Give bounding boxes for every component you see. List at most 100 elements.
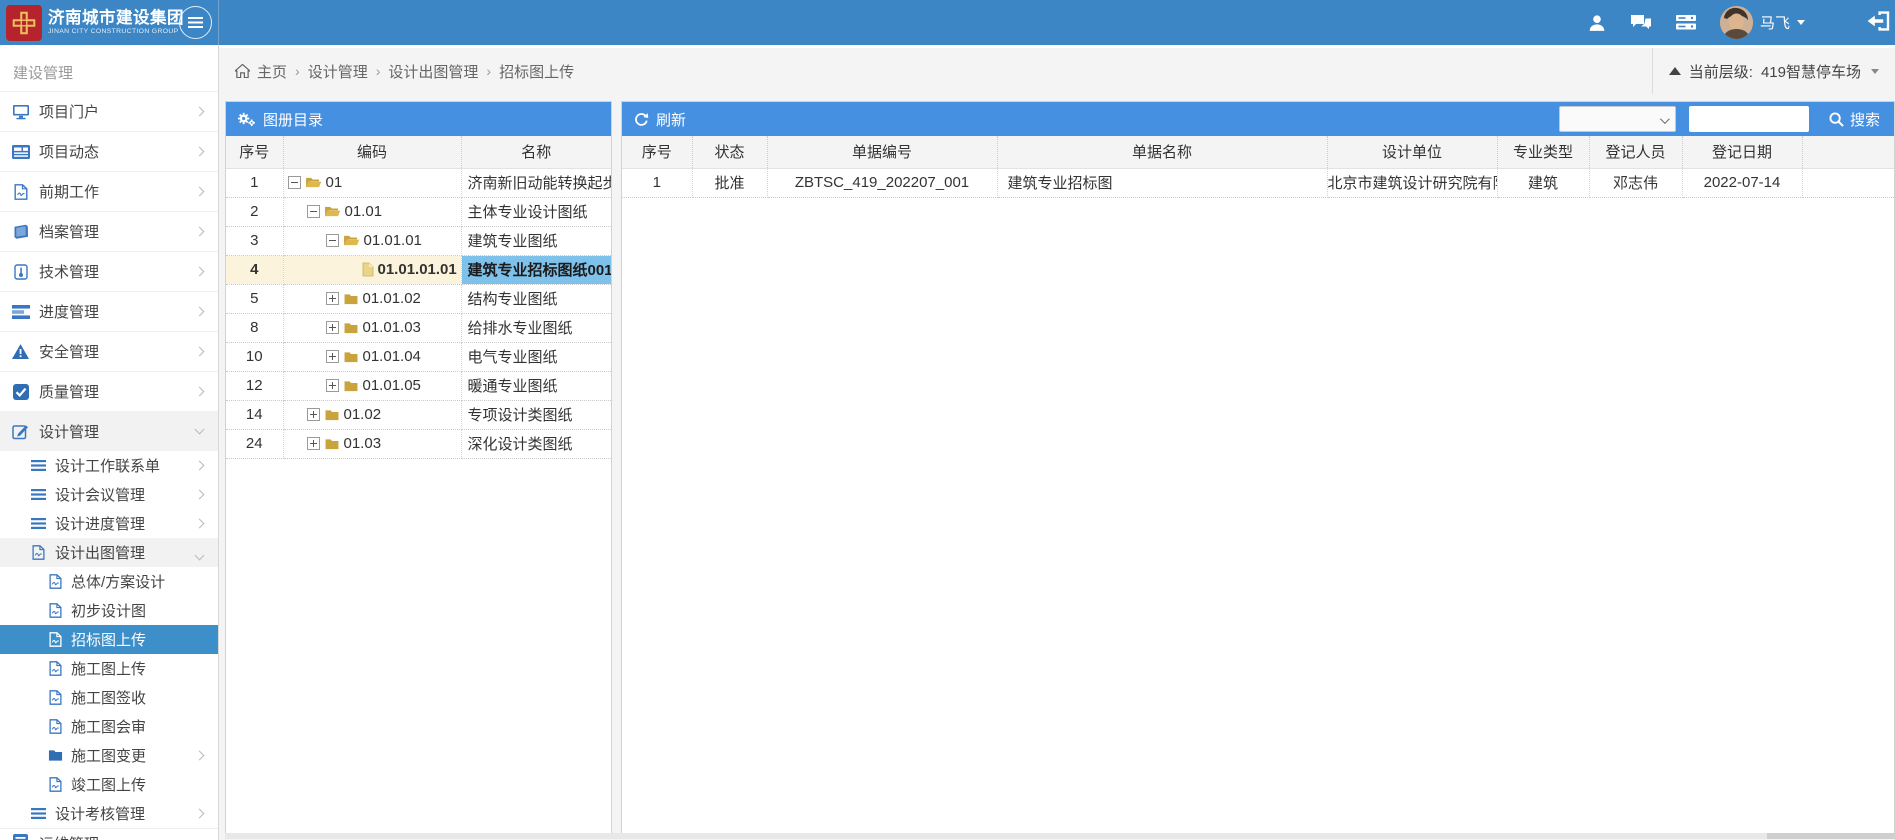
sidebar-item-label: 项目动态: [39, 141, 99, 162]
logout-icon: [1865, 9, 1895, 33]
tree-row[interactable]: 24 01.03 深化设计类图纸: [226, 429, 611, 458]
sidebar-item-label: 设计进度管理: [55, 513, 145, 534]
folder-open-icon: [305, 176, 322, 189]
book-icon: [11, 224, 30, 240]
pdf-file-icon: [46, 574, 65, 589]
breadcrumb-current-page[interactable]: 招标图上传: [499, 61, 574, 82]
avatar[interactable]: [1720, 6, 1753, 39]
expand-toggle[interactable]: [326, 350, 339, 363]
sidebar-item-label: 设计工作联系单: [55, 455, 160, 476]
user-button[interactable]: [1588, 14, 1606, 32]
topbar-actions: 马飞: [1588, 6, 1895, 39]
sidebar-item-safety-mgmt[interactable]: 安全管理: [0, 331, 218, 371]
search-button[interactable]: 搜索: [1829, 109, 1880, 130]
expand-toggle[interactable]: [326, 379, 339, 392]
sidebar-item-label: 竣工图上传: [71, 774, 146, 795]
sidebar-item-quality-mgmt[interactable]: 质量管理: [0, 371, 218, 411]
chevron-right-icon: [195, 227, 205, 237]
refresh-label: 刷新: [656, 109, 686, 130]
expand-toggle[interactable]: [307, 437, 320, 450]
messages-button[interactable]: [1630, 14, 1652, 32]
col-header-seq: 序号: [226, 136, 283, 168]
sidebar-section-label: 建设管理: [0, 45, 218, 91]
sidebar-item-completion-drawing-upload[interactable]: 竣工图上传: [0, 770, 218, 799]
search-input[interactable]: [1689, 106, 1809, 132]
sidebar-item-construction-drawing-change[interactable]: 施工图变更: [0, 741, 218, 770]
sidebar-item-preliminary-design-drawing[interactable]: 初步设计图: [0, 596, 218, 625]
tree-row[interactable]: 8 01.01.03 给排水专业图纸: [226, 313, 611, 342]
sidebar-item-construction-drawing-receipt[interactable]: 施工图签收: [0, 683, 218, 712]
refresh-icon: [634, 112, 649, 127]
current-level-selector[interactable]: 当前层级: 419智慧停车场: [1652, 48, 1895, 94]
brand-name-en: JINAN CITY CONSTRUCTION GROUP: [48, 28, 177, 35]
sidebar-item-overall-scheme-design[interactable]: 总体/方案设计: [0, 567, 218, 596]
chevron-down-icon: [195, 425, 205, 435]
collapse-toggle[interactable]: [326, 234, 339, 247]
sidebar-item-construction-drawing-review[interactable]: 施工图会审: [0, 712, 218, 741]
cell-design-unit: 北京市建筑设计研究院有限公司: [1327, 168, 1497, 197]
chevron-right-icon: [195, 107, 205, 117]
sidebar-item-ops-mgmt[interactable]: 运维管理: [0, 828, 218, 840]
brand-name-cn: 济南城市建设集团: [48, 10, 177, 27]
expand-toggle[interactable]: [326, 321, 339, 334]
sidebar-item-archive-mgmt[interactable]: 档案管理: [0, 211, 218, 251]
sidebar-item-progress-mgmt[interactable]: 进度管理: [0, 291, 218, 331]
expand-toggle[interactable]: [307, 408, 320, 421]
breadcrumb-home[interactable]: 主页: [257, 61, 287, 82]
sidebar-item-design-contact-sheet[interactable]: 设计工作联系单: [0, 451, 218, 480]
collapse-toggle[interactable]: [288, 176, 301, 189]
sidebar-item-construction-drawing-upload[interactable]: 施工图上传: [0, 654, 218, 683]
cogs-icon: [238, 111, 255, 127]
logo-emblem-icon: [11, 10, 37, 36]
warning-triangle-icon: [11, 344, 30, 359]
tree-row[interactable]: 14 01.02 专项设计类图纸: [226, 400, 611, 429]
collapse-toggle[interactable]: [307, 205, 320, 218]
sidebar-item-design-mgmt[interactable]: 设计管理: [0, 411, 218, 451]
pdf-file-icon: [11, 184, 30, 200]
content-area: 图册目录 序号 编码 名称 1: [219, 94, 1895, 839]
col-header-filler: [1802, 136, 1894, 168]
apps-button[interactable]: [1676, 14, 1696, 31]
sidebar-item-project-portal[interactable]: 项目门户: [0, 91, 218, 131]
sidebar-item-label: 施工图上传: [71, 658, 146, 679]
breadcrumb-design-drawing-mgmt[interactable]: 设计出图管理: [388, 61, 478, 82]
folder-open-icon: [343, 234, 360, 247]
user-menu[interactable]: 马飞: [1720, 6, 1805, 39]
pdf-file-icon: [46, 661, 65, 676]
sidebar-item-label: 施工图会审: [71, 716, 146, 737]
tree-row-selected[interactable]: 4 01.01.01.01 建筑专业招标图纸001: [226, 255, 611, 284]
pdf-file-icon: [29, 545, 48, 560]
cell-status: 批准: [692, 168, 767, 197]
document-row[interactable]: 1 批准 ZBTSC_419_202207_001 建筑专业招标图 北京市建筑设…: [622, 168, 1894, 197]
list-icon: [29, 460, 48, 471]
expand-toggle[interactable]: [326, 292, 339, 305]
sidebar-item-design-meeting-mgmt[interactable]: 设计会议管理: [0, 480, 218, 509]
tree-row[interactable]: 3 01.01.01 建筑专业图纸: [226, 226, 611, 255]
sidebar-item-design-assessment-mgmt[interactable]: 设计考核管理: [0, 799, 218, 828]
sidebar-item-label: 施工图变更: [71, 745, 146, 766]
sidebar-item-preliminary-work[interactable]: 前期工作: [0, 171, 218, 211]
tree-row[interactable]: 5 01.01.02 结构专业图纸: [226, 284, 611, 313]
sidebar-item-design-progress-mgmt[interactable]: 设计进度管理: [0, 509, 218, 538]
horizontal-scrollbar[interactable]: [225, 833, 1895, 839]
refresh-button[interactable]: 刷新: [634, 109, 686, 130]
logout-button[interactable]: [1865, 9, 1895, 37]
chevron-down-icon: [1797, 20, 1805, 25]
tree-row[interactable]: 1 01 济南新旧动能转换起步区...: [226, 168, 611, 197]
tree-row[interactable]: 12 01.01.05 暖通专业图纸: [226, 371, 611, 400]
scrollbar-thumb[interactable]: [1767, 833, 1895, 839]
sidebar-toggle-button[interactable]: [179, 6, 212, 39]
sidebar-item-tech-mgmt[interactable]: 技术管理: [0, 251, 218, 291]
sidebar-item-label: 设计考核管理: [55, 803, 145, 824]
tree-row[interactable]: 2 01.01 主体专业设计图纸: [226, 197, 611, 226]
chevron-right-icon: [195, 307, 205, 317]
server-icon: [1676, 14, 1696, 31]
tree-row[interactable]: 10 01.01.04 电气专业图纸: [226, 342, 611, 371]
user-name: 马飞: [1760, 12, 1790, 33]
sidebar-item-project-news[interactable]: 项目动态: [0, 131, 218, 171]
sidebar-item-design-drawing-mgmt[interactable]: 设计出图管理: [0, 538, 218, 567]
sidebar-item-bid-drawing-upload[interactable]: 招标图上传: [0, 625, 218, 654]
cell-doc-name: 建筑专业招标图: [997, 168, 1327, 197]
filter-select[interactable]: [1559, 106, 1676, 132]
breadcrumb-design-mgmt[interactable]: 设计管理: [308, 61, 368, 82]
